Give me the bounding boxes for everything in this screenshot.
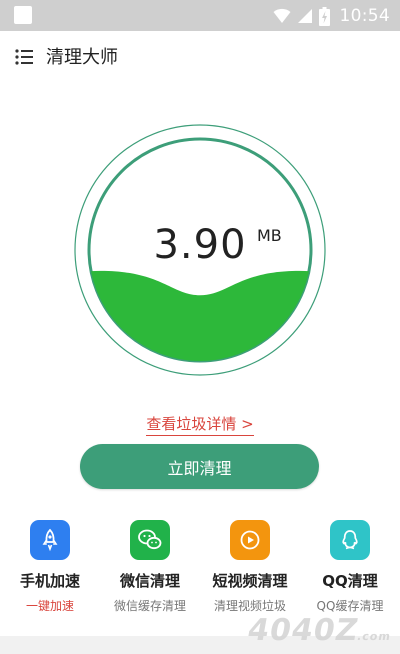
status-bar: 10:54 (0, 0, 400, 31)
menu-icon[interactable] (14, 46, 36, 68)
feature-title: 短视频清理 (212, 572, 288, 590)
notification-app-icon (14, 6, 32, 24)
junk-size-unit: MB (257, 226, 282, 245)
feature-subtitle: QQ缓存清理 (316, 599, 384, 613)
feature-title: QQ清理 (322, 572, 378, 590)
junk-size-gauge: 3.90 MB (72, 122, 328, 378)
status-time: 10:54 (339, 6, 390, 26)
rocket-icon (30, 520, 70, 560)
qq-icon (330, 520, 370, 560)
feature-qq-clean[interactable]: QQ清理 QQ缓存清理 (300, 520, 400, 614)
junk-size-value: 3.90 (153, 222, 247, 268)
app-bar: 清理大师 (0, 31, 400, 83)
view-junk-details-link[interactable]: 查看垃圾详情 > (0, 413, 400, 436)
view-junk-details-label: 查看垃圾详情 > (146, 415, 254, 436)
watermark-text: 4040Z (244, 613, 362, 648)
feature-subtitle: 清理视频垃圾 (213, 599, 286, 613)
feature-title: 手机加速 (19, 572, 80, 590)
cell-signal-icon (297, 9, 312, 23)
wifi-icon (273, 8, 290, 23)
clean-now-button[interactable]: 立即清理 (80, 444, 319, 489)
app-title: 清理大师 (46, 47, 118, 68)
feature-phone-boost[interactable]: 手机加速 一键加速 (0, 520, 100, 614)
feature-wechat-clean[interactable]: 微信清理 微信缓存清理 (100, 520, 200, 614)
feature-subtitle: 一键加速 (25, 599, 74, 613)
feature-short-video-clean[interactable]: 短视频清理 清理视频垃圾 (200, 520, 300, 614)
feature-subtitle: 微信缓存清理 (113, 599, 186, 613)
video-play-icon (230, 520, 270, 560)
feature-title: 微信清理 (119, 572, 180, 590)
battery-charging-icon (318, 6, 330, 26)
wechat-icon (130, 520, 170, 560)
site-watermark: 4040Z.com (245, 613, 395, 648)
watermark-suffix: .com (356, 630, 393, 643)
status-icons: 10:54 (273, 4, 391, 28)
